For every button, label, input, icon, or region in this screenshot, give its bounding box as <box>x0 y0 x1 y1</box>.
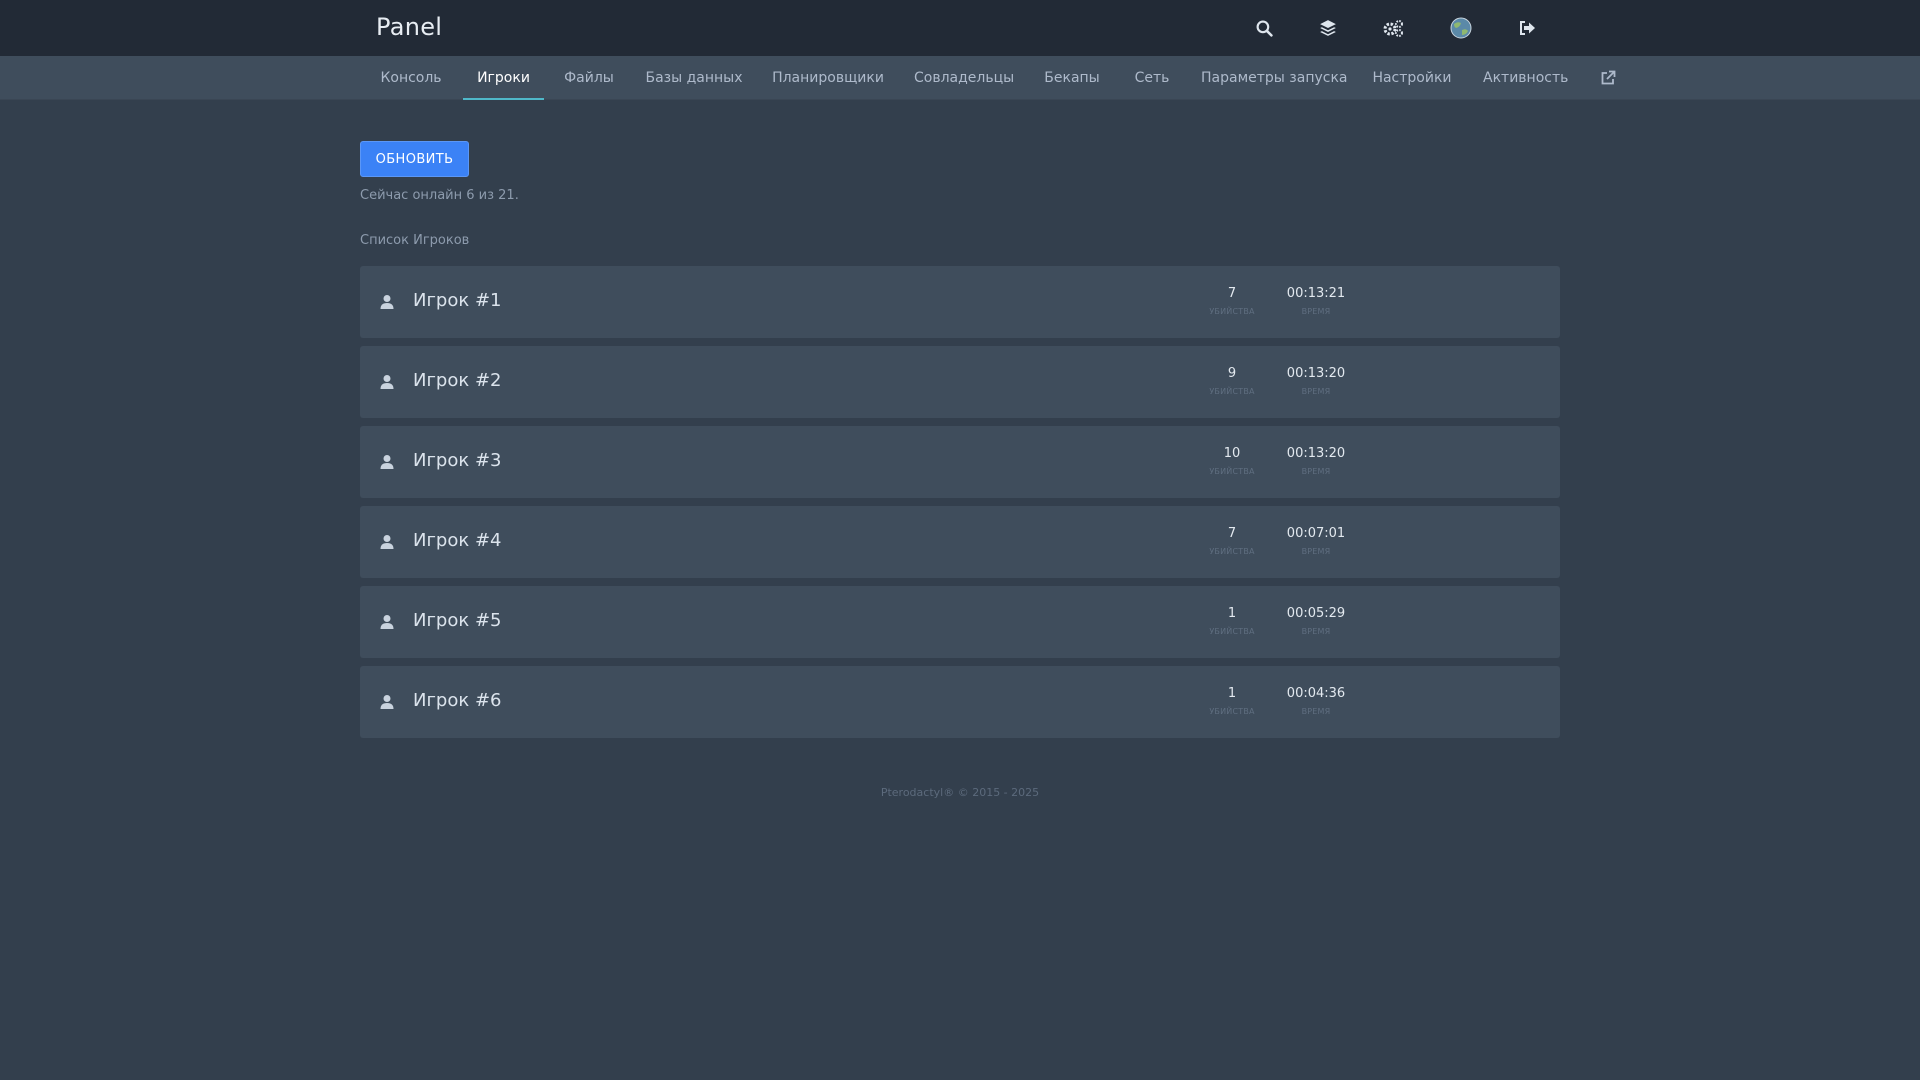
time-value: 00:04:36 <box>1286 686 1346 701</box>
time-value: 00:05:29 <box>1286 606 1346 621</box>
online-count-text: Сейчас онлайн 6 из 21. <box>360 188 519 203</box>
search-icon[interactable] <box>1252 16 1276 40</box>
tab-startup[interactable]: Параметры запуска <box>1201 56 1348 100</box>
tab-players[interactable]: Игроки <box>463 56 544 100</box>
player-list-title: Список Игроков <box>360 233 470 248</box>
time-stat: 00:07:01 ВРЕМЯ <box>1276 526 1356 556</box>
player-row[interactable]: Игрок #5 1 УБИЙСТВА 00:05:29 ВРЕМЯ <box>360 586 1560 658</box>
globe-icon[interactable] <box>1449 16 1473 40</box>
kills-value: 10 <box>1223 446 1241 461</box>
tab-files[interactable]: Файлы <box>561 56 617 100</box>
kills-label: УБИЙСТВА <box>1209 307 1255 316</box>
player-row[interactable]: Игрок #2 9 УБИЙСТВА 00:13:20 ВРЕМЯ <box>360 346 1560 418</box>
player-name: Игрок #5 <box>413 610 502 631</box>
layers-icon[interactable] <box>1316 16 1340 40</box>
tab-subusers[interactable]: Совладельцы <box>914 56 1014 100</box>
kills-stat: 1 УБИЙСТВА <box>1192 606 1272 636</box>
player-row[interactable]: Игрок #6 1 УБИЙСТВА 00:04:36 ВРЕМЯ <box>360 666 1560 738</box>
kills-value: 9 <box>1227 366 1237 381</box>
kills-stat: 7 УБИЙСТВА <box>1192 526 1272 556</box>
time-stat: 00:05:29 ВРЕМЯ <box>1276 606 1356 636</box>
time-label: ВРЕМЯ <box>1301 707 1331 716</box>
external-link-icon[interactable] <box>1600 70 1616 86</box>
user-icon <box>379 374 395 390</box>
server-subnav: Консоль Игроки Файлы Базы данных Планиро… <box>0 56 1920 100</box>
kills-label: УБИЙСТВА <box>1209 467 1255 476</box>
player-name: Игрок #6 <box>413 690 502 711</box>
time-stat: 00:13:21 ВРЕМЯ <box>1276 286 1356 316</box>
player-name: Игрок #3 <box>413 450 502 471</box>
tab-network[interactable]: Сеть <box>1132 56 1172 100</box>
user-icon <box>379 694 395 710</box>
time-label: ВРЕМЯ <box>1301 467 1331 476</box>
tab-schedules[interactable]: Планировщики <box>772 56 884 100</box>
time-value: 00:13:21 <box>1286 286 1346 301</box>
time-value: 00:07:01 <box>1286 526 1346 541</box>
time-stat: 00:13:20 ВРЕМЯ <box>1276 366 1356 396</box>
user-icon <box>379 614 395 630</box>
time-stat: 00:13:20 ВРЕМЯ <box>1276 446 1356 476</box>
tab-activity[interactable]: Активность <box>1483 56 1568 100</box>
time-label: ВРЕМЯ <box>1301 307 1331 316</box>
user-icon <box>379 294 395 310</box>
kills-value: 1 <box>1227 606 1237 621</box>
player-row[interactable]: Игрок #4 7 УБИЙСТВА 00:07:01 ВРЕМЯ <box>360 506 1560 578</box>
time-value: 00:13:20 <box>1286 366 1346 381</box>
kills-label: УБИЙСТВА <box>1209 707 1255 716</box>
tab-databases[interactable]: Базы данных <box>645 56 743 100</box>
user-icon <box>379 534 395 550</box>
time-label: ВРЕМЯ <box>1301 627 1331 636</box>
player-row[interactable]: Игрок #3 10 УБИЙСТВА 00:13:20 ВРЕМЯ <box>360 426 1560 498</box>
user-icon <box>379 454 395 470</box>
time-value: 00:13:20 <box>1286 446 1346 461</box>
kills-label: УБИЙСТВА <box>1209 627 1255 636</box>
kills-stat: 1 УБИЙСТВА <box>1192 686 1272 716</box>
gears-icon[interactable] <box>1381 16 1405 40</box>
player-name: Игрок #1 <box>413 290 502 311</box>
tab-console[interactable]: Консоль <box>376 56 446 100</box>
kills-value: 7 <box>1227 526 1237 541</box>
refresh-button[interactable]: ОБНОВИТЬ <box>360 141 469 177</box>
tab-settings[interactable]: Настройки <box>1369 56 1455 100</box>
time-label: ВРЕМЯ <box>1301 387 1331 396</box>
player-name: Игрок #2 <box>413 370 502 391</box>
kills-value: 7 <box>1227 286 1237 301</box>
kills-stat: 10 УБИЙСТВА <box>1192 446 1272 476</box>
kills-value: 1 <box>1227 686 1237 701</box>
time-stat: 00:04:36 ВРЕМЯ <box>1276 686 1356 716</box>
time-label: ВРЕМЯ <box>1301 547 1331 556</box>
kills-label: УБИЙСТВА <box>1209 387 1255 396</box>
player-row[interactable]: Игрок #1 7 УБИЙСТВА 00:13:21 ВРЕМЯ <box>360 266 1560 338</box>
player-name: Игрок #4 <box>413 530 502 551</box>
kills-label: УБИЙСТВА <box>1209 547 1255 556</box>
kills-stat: 7 УБИЙСТВА <box>1192 286 1272 316</box>
kills-stat: 9 УБИЙСТВА <box>1192 366 1272 396</box>
brand-title[interactable]: Panel <box>376 13 442 41</box>
footer-copyright: Pterodactyl® © 2015 - 2025 <box>880 786 1040 799</box>
logout-icon[interactable] <box>1516 16 1540 40</box>
top-navbar: Panel <box>0 0 1920 56</box>
tab-backups[interactable]: Бекапы <box>1042 56 1102 100</box>
